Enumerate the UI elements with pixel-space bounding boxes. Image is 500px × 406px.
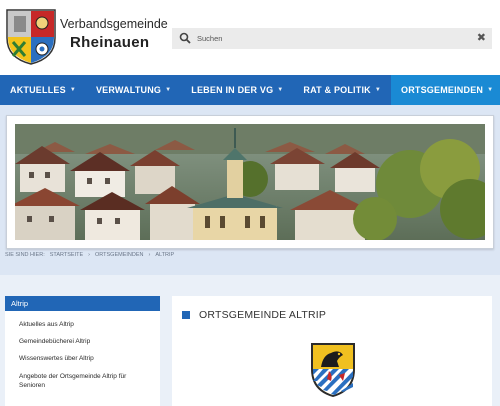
breadcrumb: SIE SIND HIER: STARTSEITE › ORTSGEMEINDE… — [5, 252, 174, 258]
sidebar-item-wissenswertes[interactable]: Wissenswertes über Altrip — [5, 355, 160, 362]
search-bar: ✖ — [172, 28, 492, 49]
brand-subtitle: Verbandsgemeinde — [60, 17, 168, 31]
nav-item-leben-in-der-vg[interactable]: LEBEN IN DER VG ▼ — [181, 75, 293, 105]
breadcrumb-separator: › — [148, 252, 151, 258]
sidebar: Altrip Aktuelles aus Altrip Gemeindebüch… — [5, 296, 160, 406]
page-title-text: ORTSGEMEINDE ALTRIP — [199, 309, 327, 321]
breadcrumb-current: ALTRIP — [155, 252, 175, 258]
banner-frame — [6, 115, 494, 249]
main-content: ORTSGEMEINDE ALTRIP — [172, 296, 492, 406]
nav-item-label: LEBEN IN DER VG — [191, 85, 274, 95]
sidebar-item-senioren[interactable]: Angebote der Ortsgemeinde Altrip für Sen… — [5, 372, 160, 390]
town-panorama-image — [15, 124, 485, 240]
page-title: ORTSGEMEINDE ALTRIP — [182, 309, 326, 321]
breadcrumb-link-ortsgemeinden[interactable]: ORTSGEMEINDEN — [95, 252, 144, 258]
chevron-down-icon: ▼ — [487, 87, 494, 93]
nav-item-label: AKTUELLES — [10, 85, 66, 95]
site-header: Verbandsgemeinde Rheinauen ✖ — [0, 0, 500, 75]
sidebar-title[interactable]: Altrip — [5, 296, 160, 311]
nav-item-verwaltung[interactable]: VERWALTUNG ▼ — [86, 75, 181, 105]
close-icon[interactable]: ✖ — [477, 30, 486, 47]
nav-item-rat-politik[interactable]: RAT & POLITIK ▼ — [293, 75, 391, 105]
search-input[interactable] — [197, 30, 467, 47]
nav-item-label: VERWALTUNG — [95, 85, 162, 95]
nav-item-label: ORTSGEMEINDEN — [401, 85, 484, 95]
breadcrumb-prefix: SIE SIND HIER: — [5, 252, 45, 258]
sidebar-item-gemeindebuecherei[interactable]: Gemeindebücherei Altrip — [5, 338, 160, 345]
chevron-down-icon: ▼ — [277, 87, 284, 93]
title-marker — [182, 311, 190, 319]
breadcrumb-separator: › — [88, 252, 90, 258]
chevron-down-icon: ▼ — [165, 87, 172, 93]
coat-of-arms-logo[interactable] — [5, 8, 57, 66]
chevron-down-icon: ▼ — [69, 87, 76, 93]
nav-item-label: RAT & POLITIK — [303, 85, 371, 95]
nav-item-aktuelles[interactable]: AKTUELLES ▼ — [0, 75, 86, 105]
chevron-down-icon: ▼ — [374, 87, 381, 93]
breadcrumb-link-startseite[interactable]: STARTSEITE — [50, 252, 83, 258]
nav-item-ortsgemeinden[interactable]: ORTSGEMEINDEN ▼ — [391, 75, 500, 105]
main-navigation: AKTUELLES ▼ VERWALTUNG ▼ LEBEN IN DER VG… — [0, 75, 500, 105]
altrip-coat-of-arms — [311, 343, 355, 397]
brand-title[interactable]: Rheinauen — [70, 34, 149, 51]
banner-area — [0, 105, 500, 275]
search-icon[interactable] — [179, 32, 191, 44]
sidebar-item-aktuelles[interactable]: Aktuelles aus Altrip — [5, 321, 160, 328]
